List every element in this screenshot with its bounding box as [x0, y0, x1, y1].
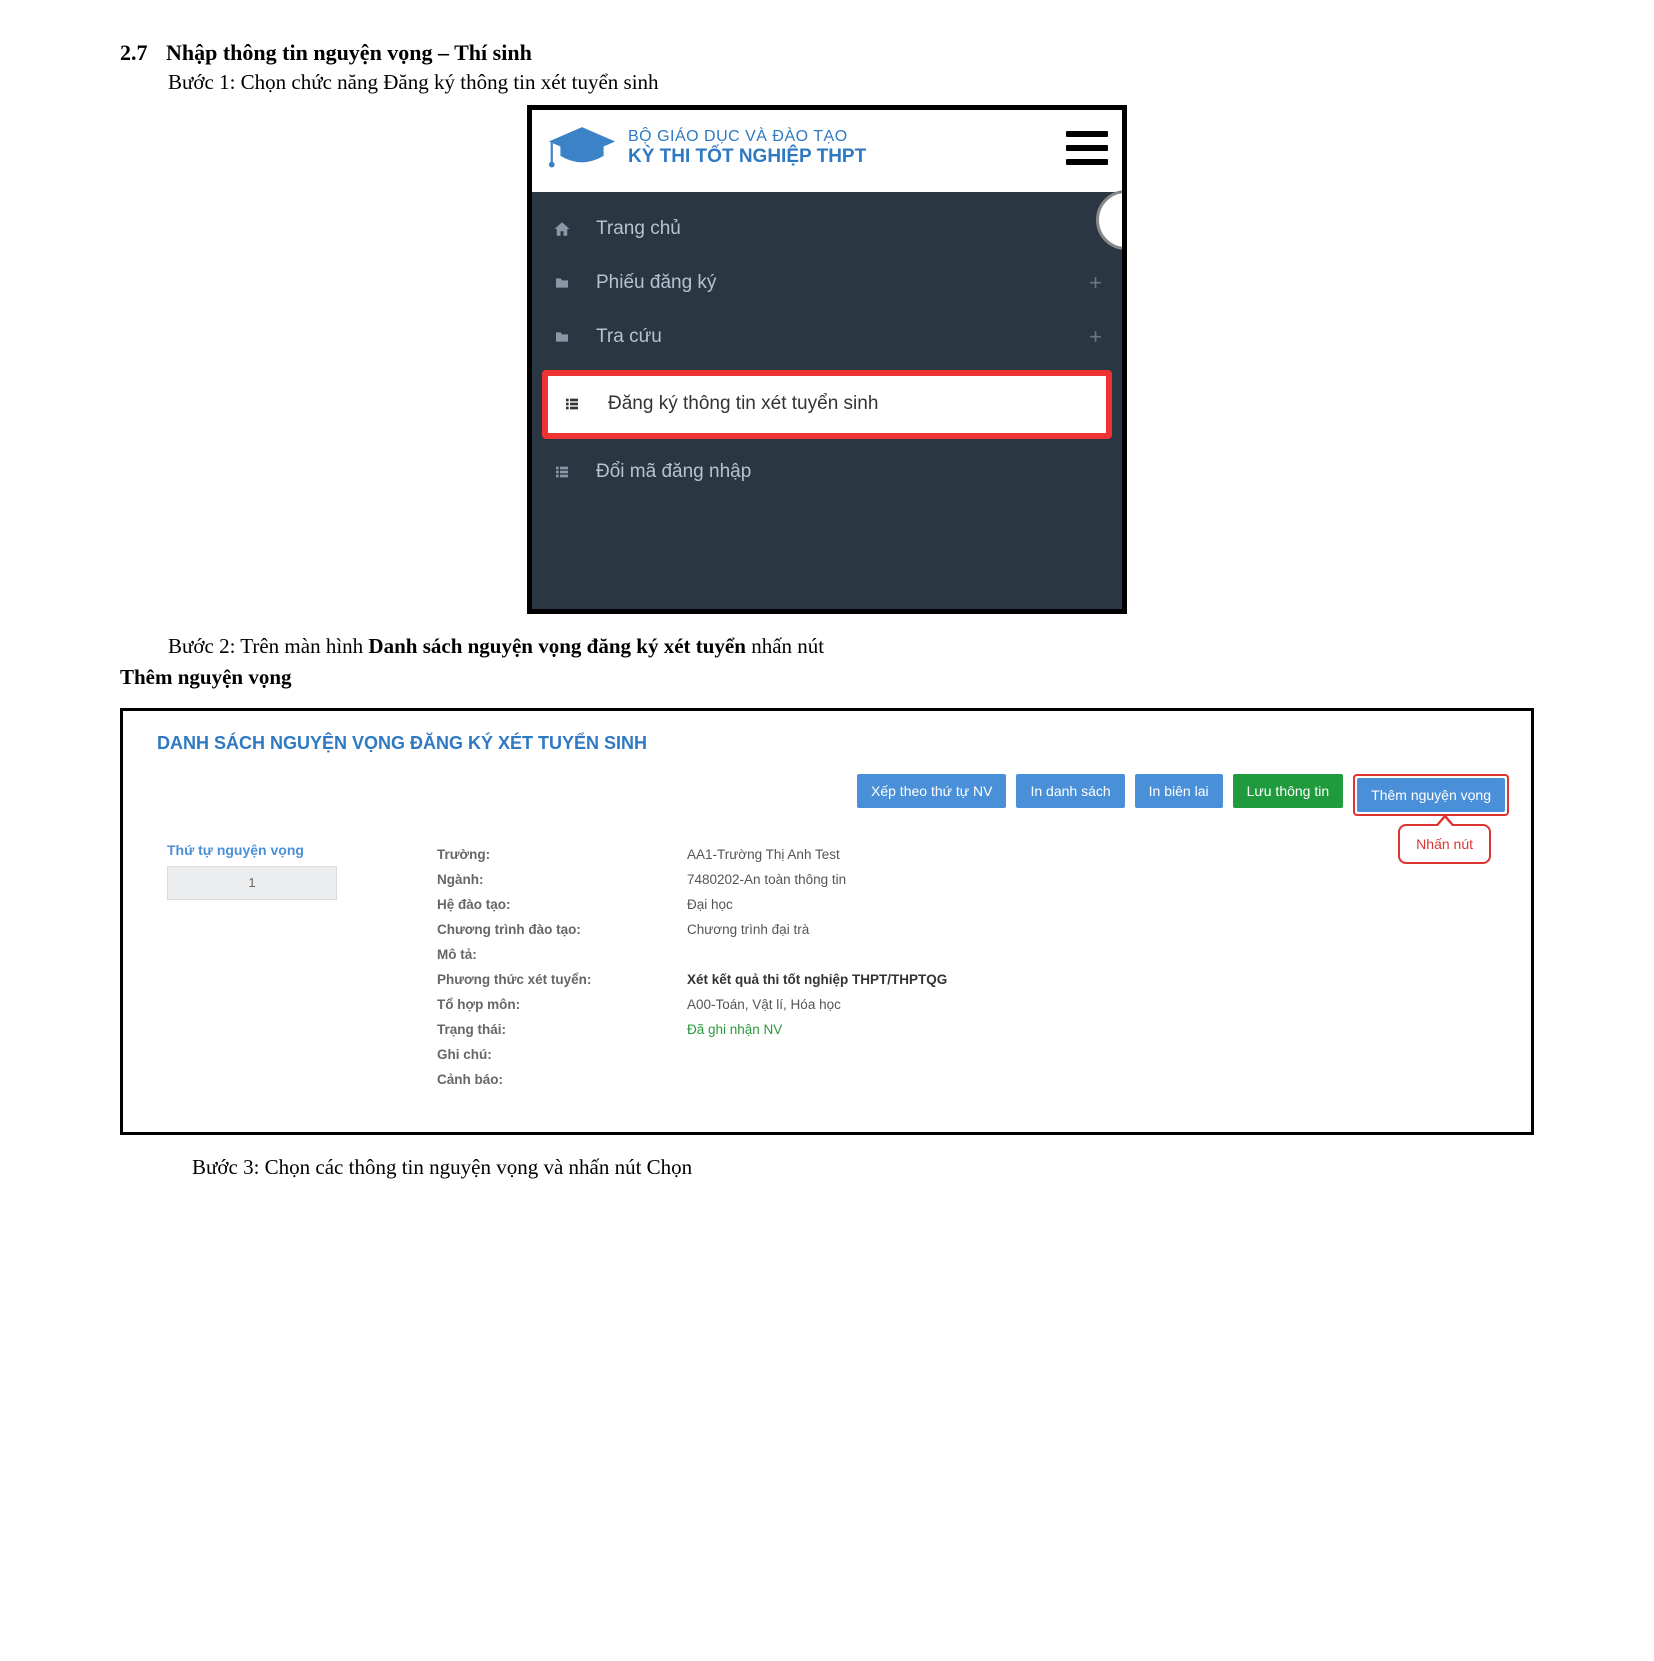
val-school: AA1-Trường Thị Anh Test	[687, 842, 1509, 867]
nav-lookup-label: Tra cứu	[596, 326, 662, 348]
nav-lookup[interactable]: Tra cứu +	[532, 310, 1122, 364]
folder-icon	[552, 329, 582, 345]
print-list-button[interactable]: In danh sách	[1016, 774, 1124, 808]
lbl-system: Hệ đào tạo:	[437, 892, 667, 917]
list-icon	[562, 396, 592, 412]
val-method: Xét kết quả thi tốt nghiệp THPT/THPTQG	[687, 967, 1509, 992]
callout-label: Nhấn nút	[1398, 824, 1491, 864]
nav-changepw-label: Đổi mã đăng nhập	[596, 461, 751, 483]
expand-icon: +	[1089, 326, 1102, 348]
folder-icon	[552, 275, 582, 291]
step2-bold2: Thêm nguyện vọng	[120, 665, 292, 689]
nav-register-label: Đăng ký thông tin xét tuyển sinh	[608, 390, 878, 419]
lbl-warn: Cảnh báo:	[437, 1067, 667, 1092]
lbl-status: Trạng thái:	[437, 1017, 667, 1042]
step2-mid: nhấn nút	[746, 634, 824, 658]
brand-line1: BỘ GIÁO DỤC VÀ ĐÀO TẠO	[628, 128, 866, 146]
expand-icon: +	[1089, 272, 1102, 294]
step2-prefix: Bước 2: Trên màn hình	[168, 634, 368, 658]
lbl-combo: Tổ hợp môn:	[437, 992, 667, 1017]
step1-text: Bước 1: Chọn chức năng Đăng ký thông tin…	[168, 70, 1534, 95]
nav-changepw[interactable]: Đổi mã đăng nhập	[532, 445, 1122, 499]
order-input[interactable]: 1	[167, 866, 337, 900]
section-heading: 2.7Nhập thông tin nguyện vọng – Thí sinh	[120, 40, 1534, 66]
brand-text: BỘ GIÁO DỤC VÀ ĐÀO TẠO KỲ THI TỐT NGHIỆP…	[628, 128, 866, 168]
add-button-highlight: Thêm nguyện vọng Nhấn nút	[1353, 774, 1509, 816]
add-wish-button[interactable]: Thêm nguyện vọng	[1357, 778, 1505, 812]
val-system: Đại học	[687, 892, 1509, 917]
val-status: Đã ghi nhận NV	[687, 1017, 1509, 1042]
step2-text-line2: Thêm nguyện vọng	[120, 665, 1534, 690]
nav-register-active[interactable]: Đăng ký thông tin xét tuyển sinh	[542, 370, 1112, 439]
val-program: Chương trình đại trà	[687, 917, 1509, 942]
val-desc	[687, 942, 1509, 967]
step3-text: Bước 3: Chọn các thông tin nguyện vọng v…	[192, 1155, 1534, 1180]
lbl-method: Phương thức xét tuyển:	[437, 967, 667, 992]
section-number: 2.7	[120, 40, 166, 66]
step2-text: Bước 2: Trên màn hình Danh sách nguyện v…	[168, 634, 1534, 659]
lbl-program: Chương trình đào tạo:	[437, 917, 667, 942]
val-warn	[687, 1067, 1509, 1092]
menu-icon[interactable]	[1066, 131, 1108, 165]
logo-icon	[546, 122, 618, 174]
order-label: Thứ tự nguyện vọng	[167, 842, 417, 858]
nav-home-label: Trang chủ	[596, 218, 681, 240]
lbl-school: Trường:	[437, 842, 667, 867]
screenshot-nav: BỘ GIÁO DỤC VÀ ĐÀO TẠO KỲ THI TỐT NGHIỆP…	[527, 105, 1127, 614]
brand-line2: KỲ THI TỐT NGHIỆP THPT	[628, 146, 866, 168]
nav-home[interactable]: Trang chủ	[532, 202, 1122, 256]
val-note	[687, 1042, 1509, 1067]
home-icon	[552, 220, 582, 238]
step2-bold1: Danh sách nguyện vọng đăng ký xét tuyển	[368, 634, 746, 658]
sort-button[interactable]: Xếp theo thứ tự NV	[857, 774, 1006, 808]
lbl-desc: Mô tả:	[437, 942, 667, 967]
section-title: Nhập thông tin nguyện vọng – Thí sinh	[166, 40, 532, 65]
save-button[interactable]: Lưu thông tin	[1233, 774, 1344, 808]
list-icon	[552, 464, 582, 480]
nav-form-label: Phiếu đăng ký	[596, 272, 716, 294]
val-major: 7480202-An toàn thông tin	[687, 867, 1509, 892]
panel-title: DANH SÁCH NGUYỆN VỌNG ĐĂNG KÝ XÉT TUYỂN …	[157, 733, 1509, 754]
lbl-note: Ghi chú:	[437, 1042, 667, 1067]
screenshot-list: DANH SÁCH NGUYỆN VỌNG ĐĂNG KÝ XÉT TUYỂN …	[120, 708, 1534, 1135]
val-combo: A00-Toán, Vật lí, Hóa học	[687, 992, 1509, 1017]
lbl-major: Ngành:	[437, 867, 667, 892]
nav-form[interactable]: Phiếu đăng ký +	[532, 256, 1122, 310]
print-receipt-button[interactable]: In biên lai	[1135, 774, 1223, 808]
